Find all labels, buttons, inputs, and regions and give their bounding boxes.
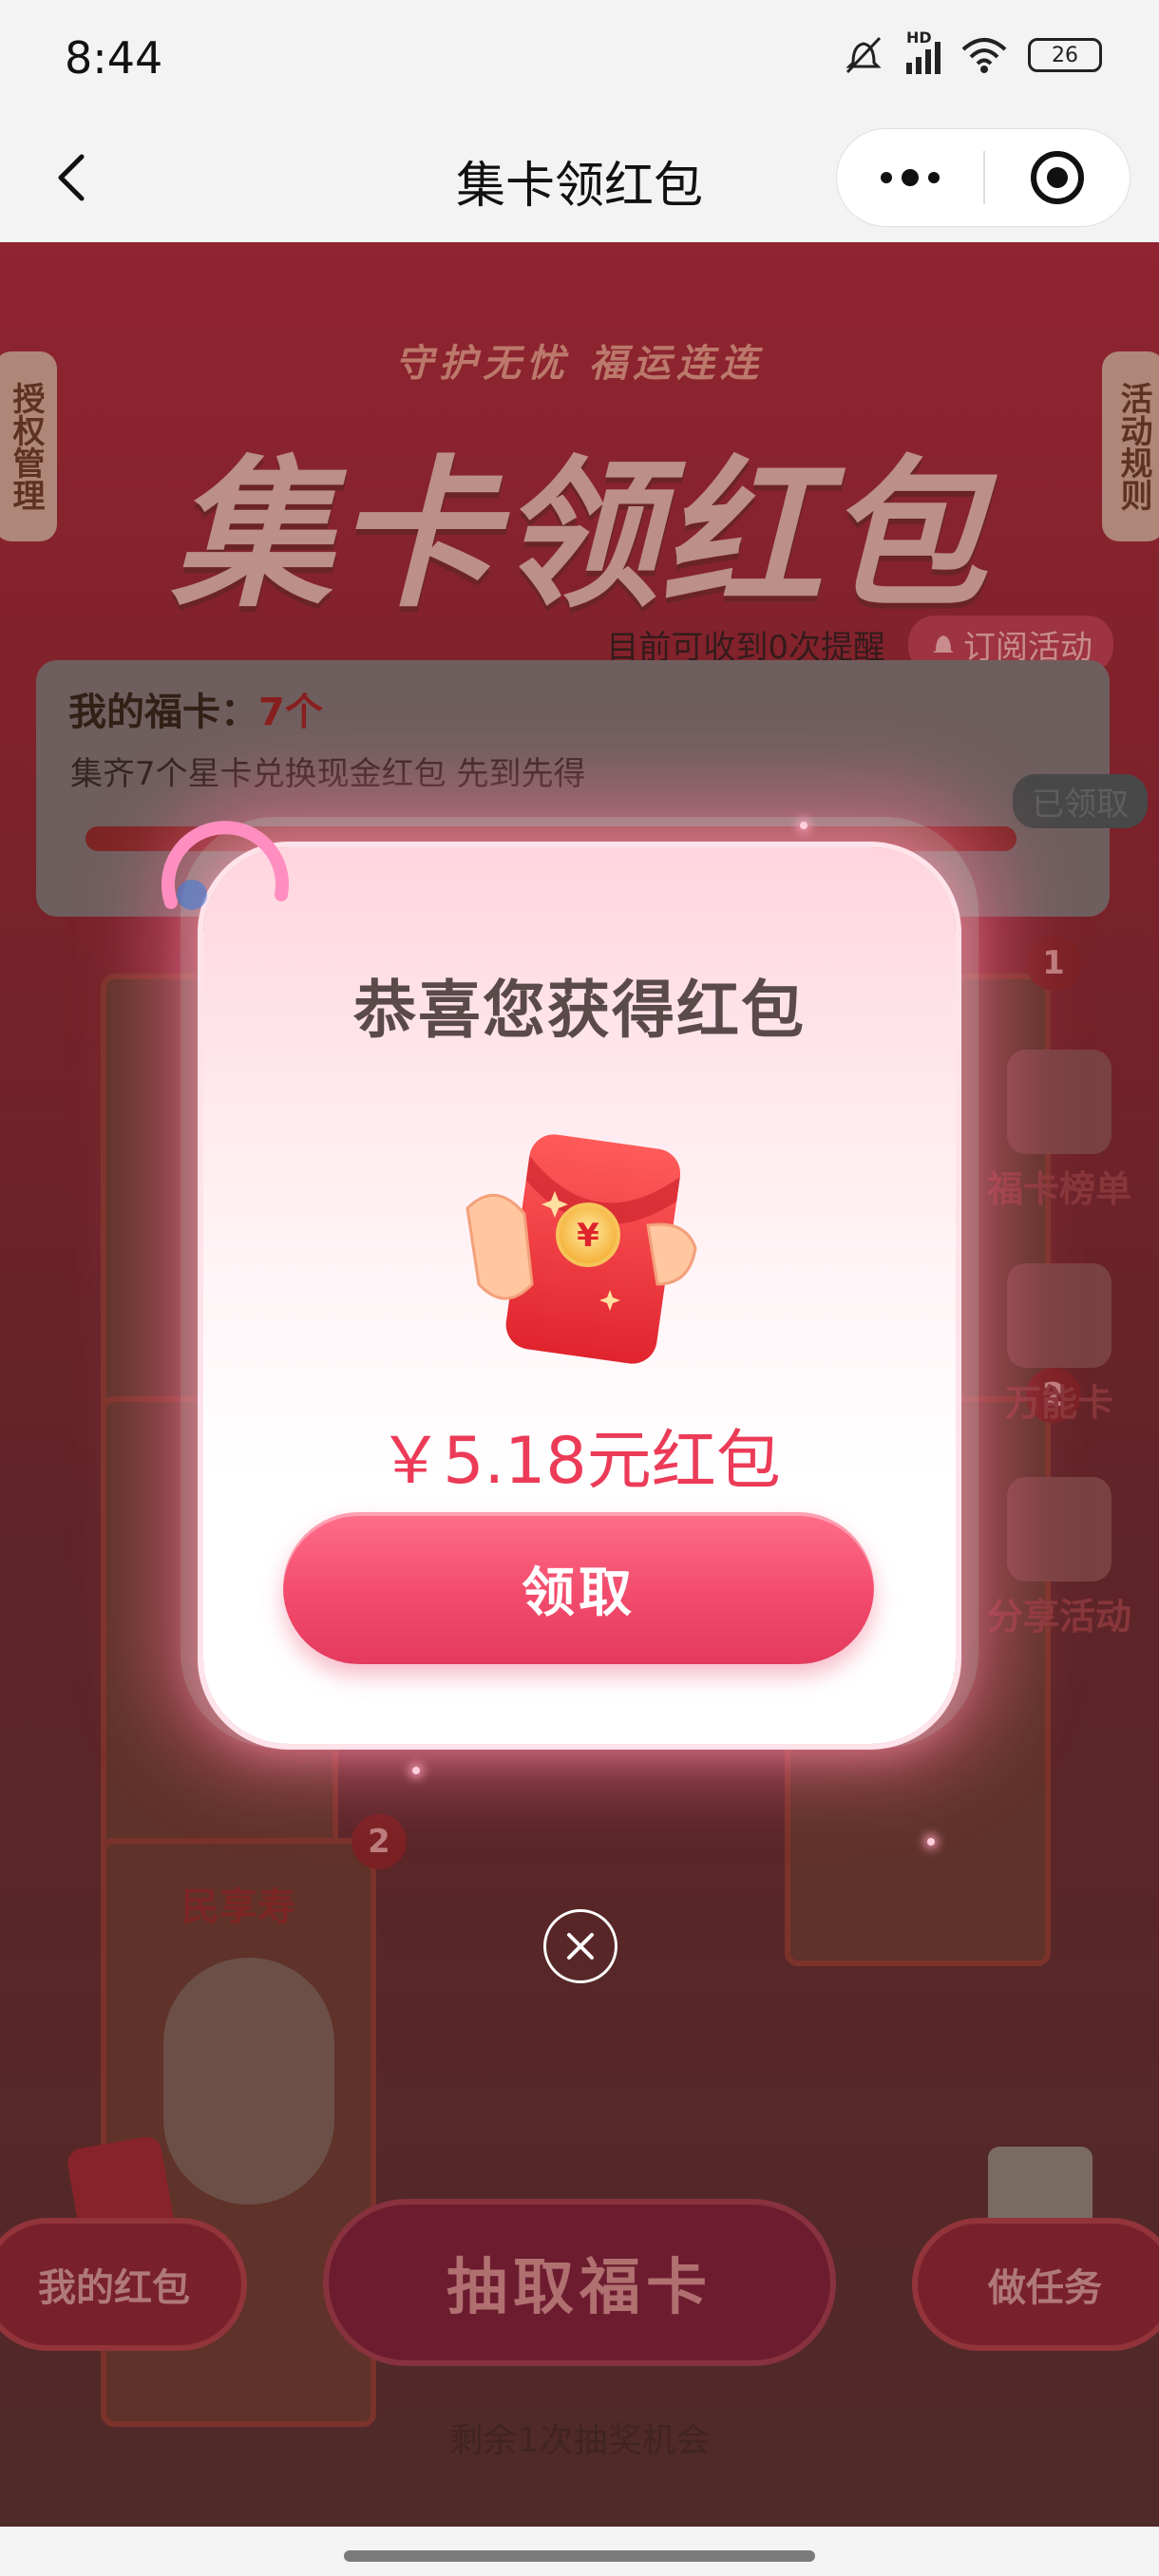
status-bar: 8:44 HD 26: [0, 0, 1159, 119]
wifi-icon: [961, 38, 1007, 73]
status-icons: HD 26: [840, 28, 1102, 76]
claim-button[interactable]: 领取: [283, 1512, 874, 1664]
network-type: HD: [906, 28, 932, 47]
svg-text:¥: ¥: [577, 1217, 599, 1255]
miniprogram-capsule: [836, 128, 1130, 227]
sparkle: [927, 1838, 935, 1846]
mute-bell-icon: [846, 36, 882, 74]
red-envelope-hand-icon: ¥: [466, 1134, 697, 1364]
signal-icon: HD: [906, 28, 940, 74]
target-circle-icon: [1031, 151, 1084, 204]
red-envelope-illustration: ¥: [458, 1123, 714, 1379]
decorative-ring-icon: [161, 821, 289, 910]
reward-amount: ￥5.18元红包: [378, 1424, 781, 1499]
close-miniprogram-button[interactable]: [985, 129, 1130, 226]
reward-dialog: 恭喜您获得红包 ¥ ￥5.18元红包 领取: [203, 847, 956, 1744]
dialog-title: 恭喜您获得红包: [353, 974, 806, 1047]
status-time: 8:44: [65, 32, 163, 84]
sparkle: [412, 1767, 420, 1774]
nav-bar: 集卡领红包: [0, 119, 1159, 242]
sparkle: [800, 822, 808, 829]
battery-icon: 26: [1028, 38, 1102, 72]
home-indicator[interactable]: [344, 2550, 815, 2562]
more-button[interactable]: [837, 129, 983, 226]
battery-level: 26: [1052, 43, 1078, 67]
close-dialog-button[interactable]: [543, 1909, 618, 1983]
more-dots-icon: [881, 169, 940, 186]
close-icon: [567, 1933, 594, 1960]
